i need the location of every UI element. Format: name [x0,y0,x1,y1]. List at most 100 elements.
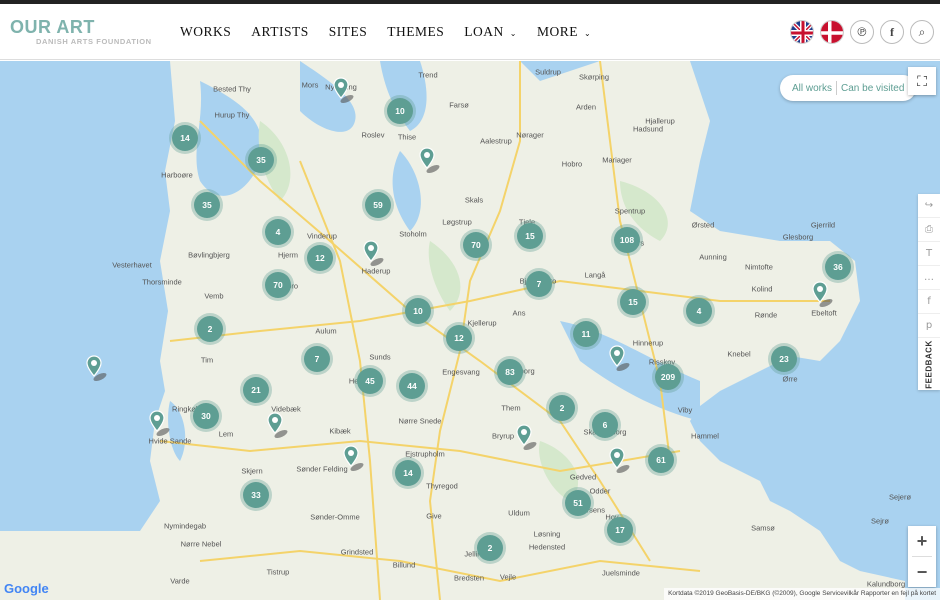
nav-loan[interactable]: LOAN ⌄ [464,24,517,40]
town-label: Hammel [691,431,719,441]
nav-works[interactable]: WORKS [180,24,231,40]
cluster-marker[interactable]: 15 [517,223,543,249]
cluster-marker[interactable]: 15 [620,289,646,315]
cluster-marker[interactable]: 7 [304,346,330,372]
town-label: Bested Thy [213,84,251,94]
cluster-marker[interactable]: 108 [614,227,640,253]
facebook-icon[interactable]: f [918,290,940,314]
cluster-marker[interactable]: 2 [549,395,575,421]
location-pin-icon[interactable] [343,445,365,472]
location-pin-icon[interactable] [267,412,289,439]
pinterest-icon[interactable]: p [918,314,940,338]
town-label: Samsø [751,523,775,533]
map[interactable]: MorsNykøbingTrendSuldrupSkørpingBested T… [0,61,940,600]
cluster-marker[interactable]: 2 [197,316,223,342]
location-pin-icon[interactable] [86,355,108,382]
cluster-marker[interactable]: 35 [248,147,274,173]
cluster-marker[interactable]: 83 [497,359,523,385]
cluster-marker[interactable]: 23 [771,346,797,372]
cluster-marker[interactable]: 33 [243,482,269,508]
location-pin-icon[interactable] [149,410,171,437]
logo[interactable]: OUR ART DANISH ARTS FOUNDATION [10,18,152,46]
town-label: Nimtofte [745,262,773,272]
town-label: Hvide Sande [148,436,192,446]
location-pin-icon[interactable] [516,424,538,451]
cluster-marker[interactable]: 14 [395,460,421,486]
map-attribution[interactable]: Kortdata ©2019 GeoBasis-DE/BKG (©2009), … [664,588,940,600]
cluster-marker[interactable]: 4 [265,219,291,245]
zoom-in-button[interactable]: + [908,526,936,556]
town-label: Hedensted [528,542,566,552]
town-label: Aulum [315,326,337,336]
share-icon[interactable]: ↪ [918,194,940,218]
filter-divider [836,81,838,95]
town-label: Ejstrupholm [405,449,445,459]
nav-loan-label: LOAN [464,24,504,39]
nav-themes[interactable]: THEMES [387,24,444,40]
cluster-marker[interactable]: 70 [265,272,291,298]
cluster-marker[interactable]: 44 [399,373,425,399]
comment-icon[interactable]: … [918,266,940,290]
town-label: Give [426,511,442,521]
town-label: Hadsund [632,124,664,134]
town-label: Nymindegab [163,521,207,531]
cluster-marker[interactable]: 6 [592,412,618,438]
pinterest-icon[interactable]: ℗ [850,20,874,44]
location-pin-icon[interactable] [333,77,355,104]
cluster-marker[interactable]: 17 [607,517,633,543]
cluster-marker[interactable]: 14 [172,125,198,151]
cluster-marker[interactable]: 4 [686,298,712,324]
town-label: Bøvlingbjerg [188,250,230,260]
text-size-icon[interactable]: T [918,242,940,266]
uk-flag-icon[interactable] [790,20,814,44]
town-label: Harboøre [161,170,193,180]
town-label: Billund [392,560,416,570]
cluster-marker[interactable]: 209 [655,364,681,390]
town-label: Suldrup [535,67,561,77]
facebook-icon[interactable]: f [880,20,904,44]
cluster-marker[interactable]: 45 [357,368,383,394]
location-pin-icon[interactable] [609,447,631,474]
location-pin-icon[interactable] [419,147,441,174]
cluster-marker[interactable]: 30 [193,403,219,429]
cluster-marker[interactable]: 35 [194,192,220,218]
cluster-marker[interactable]: 10 [405,298,431,324]
cluster-marker[interactable]: 51 [565,490,591,516]
cluster-marker[interactable]: 61 [648,447,674,473]
cluster-marker[interactable]: 7 [526,271,552,297]
cluster-marker[interactable]: 10 [387,98,413,124]
cluster-marker[interactable]: 12 [307,245,333,271]
fullscreen-icon[interactable]: ⛶ [908,67,936,95]
cluster-marker[interactable]: 21 [243,377,269,403]
town-label: Them [501,403,521,413]
location-pin-icon[interactable] [609,345,631,372]
nav-artists[interactable]: ARTISTS [251,24,308,40]
location-pin-icon[interactable] [812,281,834,308]
danish-flag-icon[interactable] [820,20,844,44]
search-icon[interactable]: ⌕ [910,20,934,44]
cluster-marker[interactable]: 11 [573,321,599,347]
cluster-marker[interactable]: 12 [446,325,472,351]
filter-all-works[interactable]: All works [792,83,832,94]
feedback-tab[interactable]: FEEDBACK [918,338,940,390]
cluster-marker[interactable]: 2 [477,535,503,561]
zoom-out-button[interactable]: − [908,557,936,587]
cluster-marker[interactable]: 36 [825,254,851,280]
cluster-marker[interactable]: 70 [463,232,489,258]
town-label: Sejrø [871,516,889,526]
town-label: Nørre Nebel [180,539,222,549]
town-label: Mariager [602,155,632,165]
town-label: Farsø [449,100,469,110]
location-pin-icon[interactable] [363,240,385,267]
town-label: Ans [512,308,526,318]
town-label: Bryrup [491,431,515,441]
nav-sites[interactable]: SITES [329,24,368,40]
town-label: Skørping [578,72,610,82]
filter-can-be-visited[interactable]: Can be visited [841,83,904,94]
town-label: Langå [584,270,606,280]
cluster-marker[interactable]: 59 [365,192,391,218]
town-label: Rønde [754,310,778,320]
nav-more[interactable]: MORE ⌄ [537,24,591,40]
town-label: Viby [677,405,693,415]
print-icon[interactable]: ⎙ [918,218,940,242]
